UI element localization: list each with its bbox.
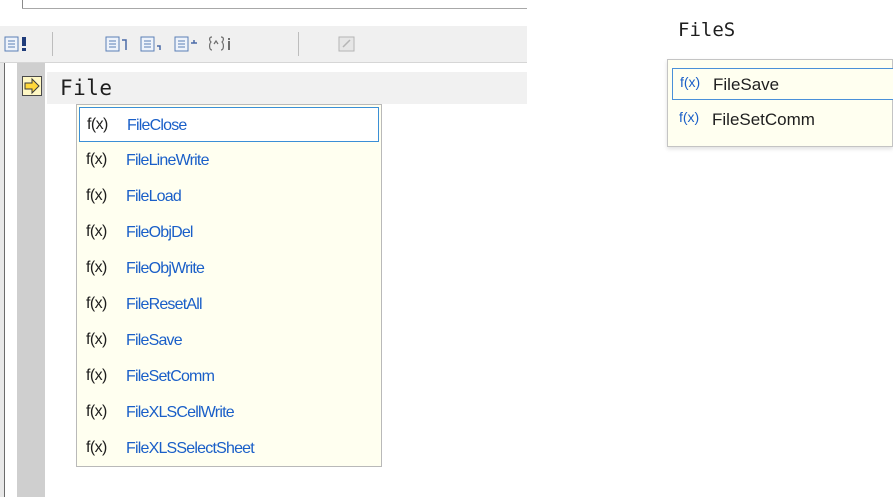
autocomplete-popup[interactable]: f(x) FileClose f(x) FileLineWrite f(x) F… bbox=[76, 104, 382, 467]
editor-border bbox=[4, 63, 5, 497]
autocomplete-item[interactable]: f(x) FileLineWrite bbox=[79, 143, 379, 178]
autocomplete-popup-small[interactable]: f(x) FileSave f(x) FileSetComm bbox=[667, 59, 893, 147]
typed-text[interactable]: FileS bbox=[678, 19, 735, 41]
function-icon: f(x) bbox=[86, 223, 107, 240]
function-icon: f(x) bbox=[86, 295, 107, 312]
toolbar-separator bbox=[52, 32, 53, 56]
step-over-icon[interactable] bbox=[140, 35, 166, 53]
function-icon: f(x) bbox=[86, 331, 107, 348]
autocomplete-item[interactable]: f(x) FileClose bbox=[79, 107, 379, 142]
top-strip bbox=[0, 0, 527, 26]
step-run-icon[interactable] bbox=[4, 35, 30, 53]
function-icon: f(x) bbox=[86, 367, 107, 384]
autocomplete-item-label: FileSave bbox=[126, 332, 183, 349]
autocomplete-item-label: FileObjDel bbox=[126, 224, 193, 241]
autocomplete-item[interactable]: f(x) FileSave bbox=[79, 323, 379, 358]
function-icon: f(x) bbox=[680, 74, 701, 90]
frame-line bbox=[22, 8, 527, 9]
frame-line bbox=[22, 0, 23, 8]
autocomplete-item[interactable]: f(x) FileLoad bbox=[79, 179, 379, 214]
debug-toolbar bbox=[0, 26, 527, 63]
function-icon: f(x) bbox=[87, 116, 108, 133]
autocomplete-item-label: FileXLSSelectSheet bbox=[126, 440, 255, 457]
current-line-highlight bbox=[47, 72, 527, 104]
function-icon: f(x) bbox=[86, 259, 107, 276]
autocomplete-item[interactable]: f(x) FileObjWrite bbox=[79, 251, 379, 286]
autocomplete-item[interactable]: f(x) FileSave bbox=[672, 68, 893, 100]
function-icon: f(x) bbox=[679, 109, 700, 125]
function-icon: f(x) bbox=[86, 151, 107, 168]
autocomplete-item[interactable]: f(x) FileXLSCellWrite bbox=[79, 395, 379, 430]
autocomplete-item-label: FileSave bbox=[713, 75, 780, 94]
autocomplete-item-label: FileSetComm bbox=[712, 110, 815, 129]
autocomplete-item-label: FileLoad bbox=[126, 188, 182, 205]
autocomplete-item[interactable]: f(x) FileXLSSelectSheet bbox=[79, 431, 379, 466]
autocomplete-item-label: FileClose bbox=[127, 117, 187, 134]
step-out-icon[interactable] bbox=[174, 35, 200, 53]
autocomplete-item-label: FileObjWrite bbox=[126, 260, 205, 277]
execution-arrow-icon bbox=[22, 76, 42, 96]
current-line-text[interactable]: File bbox=[60, 76, 113, 100]
autocomplete-item[interactable]: f(x) FileResetAll bbox=[79, 287, 379, 322]
function-icon: f(x) bbox=[86, 403, 107, 420]
step-into-icon[interactable] bbox=[105, 35, 131, 53]
autocomplete-item-label: FileXLSCellWrite bbox=[126, 404, 235, 421]
autocomplete-item-label: FileLineWrite bbox=[126, 152, 209, 169]
function-icon: f(x) bbox=[86, 439, 107, 456]
editor-gutter[interactable] bbox=[17, 63, 45, 497]
autocomplete-item-label: FileResetAll bbox=[126, 296, 203, 313]
watch-icon[interactable] bbox=[208, 35, 234, 53]
autocomplete-item-label: FileSetComm bbox=[126, 368, 215, 385]
autocomplete-item[interactable]: f(x) FileSetComm bbox=[79, 359, 379, 394]
autocomplete-item[interactable]: f(x) FileSetComm bbox=[672, 104, 893, 136]
function-icon: f(x) bbox=[86, 187, 107, 204]
toolbar-separator bbox=[298, 32, 299, 56]
edit-icon[interactable] bbox=[337, 35, 363, 53]
autocomplete-item[interactable]: f(x) FileObjDel bbox=[79, 215, 379, 250]
